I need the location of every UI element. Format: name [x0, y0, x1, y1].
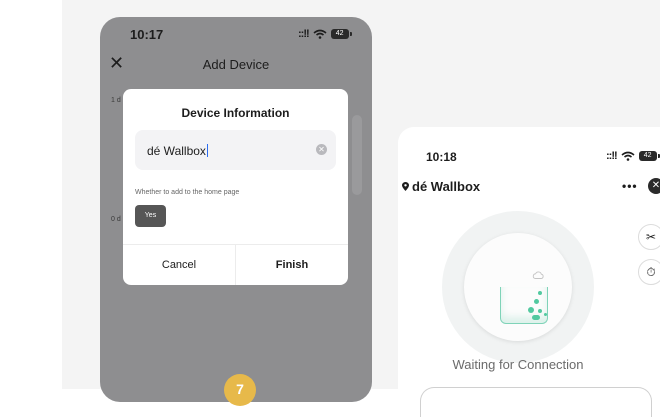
status-icons: ::!! 42	[298, 28, 352, 40]
device-info-dialog: Device Information dé Wallbox ✕ Whether …	[123, 89, 348, 285]
cloud-icon	[532, 271, 544, 279]
battery-icon: 42	[638, 151, 660, 161]
device-connection-screen: 10:18 ::!! 42 dé Wallbox ••• ✕ ✂ ⏱ Waiti…	[398, 127, 660, 417]
add-device-screen: 10:17 ::!! 42 ✕ Add Device 1 d 0 d Devic…	[100, 17, 372, 402]
status-icons: ::!! 42	[606, 150, 660, 162]
more-options-icon[interactable]: •••	[622, 179, 638, 193]
clear-icon[interactable]: ✕	[316, 144, 327, 155]
signal-icon: ::!!	[606, 150, 618, 162]
finish-button[interactable]: Finish	[236, 245, 348, 285]
signal-dot	[538, 309, 542, 313]
background-label: 0 d	[111, 216, 121, 223]
dialog-title: Device Information	[181, 106, 290, 120]
location-pin-icon	[402, 182, 409, 191]
yes-button[interactable]: Yes	[135, 205, 166, 227]
signal-dot	[544, 313, 547, 316]
text-caret	[206, 144, 208, 157]
signal-icon: ::!!	[298, 28, 310, 40]
wifi-icon	[621, 151, 635, 161]
device-name-value: dé Wallbox	[147, 144, 208, 158]
page-title: Add Device	[202, 57, 270, 72]
battery-icon: 42	[330, 29, 352, 39]
dialog-actions: Cancel Finish	[123, 244, 348, 285]
wifi-icon	[313, 29, 327, 39]
status-time: 10:18	[426, 150, 457, 164]
bottom-action-bar[interactable]	[420, 387, 652, 417]
cancel-button[interactable]: Cancel	[123, 245, 236, 285]
timer-icon[interactable]: ⏱	[638, 259, 660, 285]
tools-icon[interactable]: ✂	[638, 224, 660, 250]
close-icon[interactable]: ✕	[648, 178, 660, 194]
signal-dot	[534, 299, 539, 304]
signal-dot	[532, 315, 540, 320]
device-header: dé Wallbox	[402, 179, 480, 194]
signal-dot	[528, 307, 534, 313]
connection-status-text: Waiting for Connection	[452, 357, 584, 372]
background-label: 1 d	[111, 97, 121, 104]
home-page-hint: Whether to add to the home page	[135, 189, 240, 196]
device-title: dé Wallbox	[412, 179, 481, 194]
device-name-field[interactable]: dé Wallbox ✕	[135, 130, 336, 170]
status-time: 10:17	[130, 27, 164, 42]
step-number-badge: 7	[224, 374, 256, 406]
background-card	[352, 115, 362, 195]
signal-dot	[538, 291, 542, 295]
